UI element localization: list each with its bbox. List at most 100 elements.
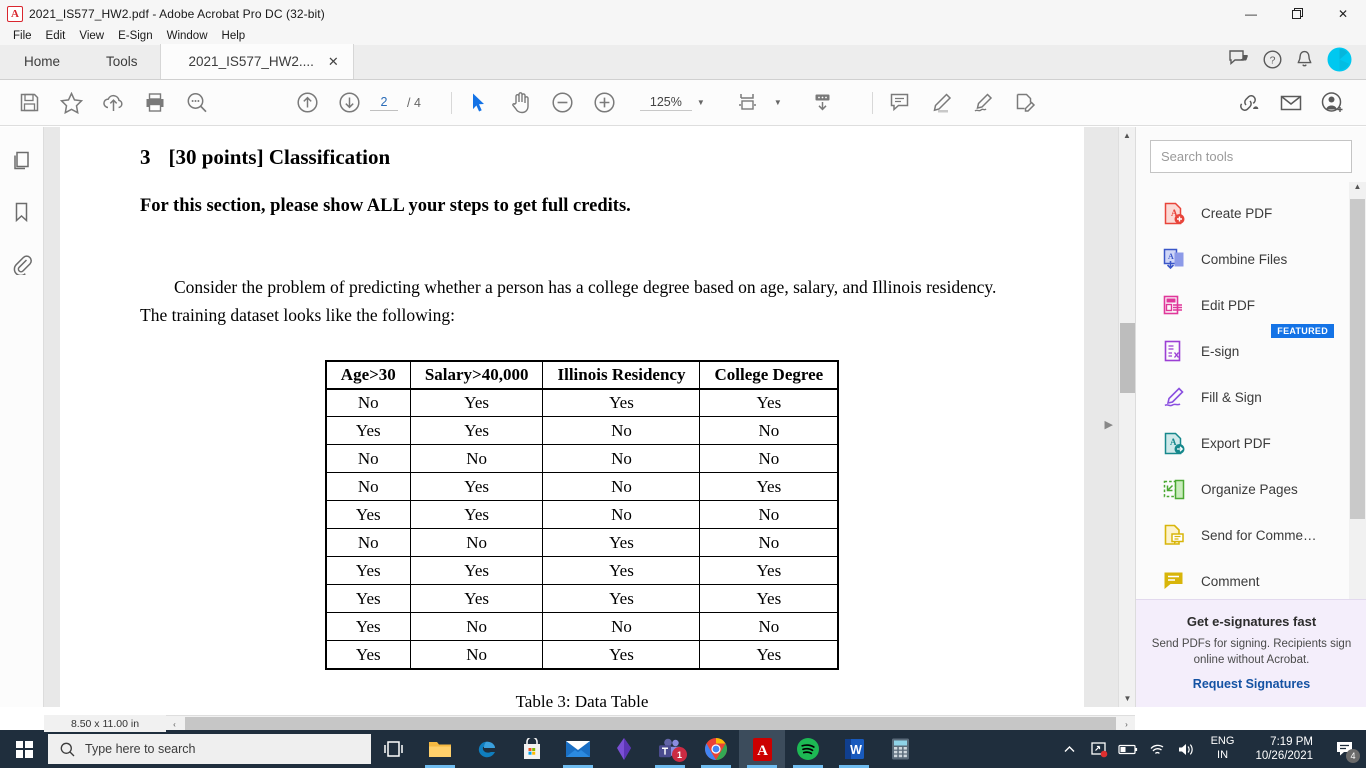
page-thumbnails-icon[interactable] xyxy=(7,145,37,175)
share-link-icon[interactable] xyxy=(1228,81,1270,125)
tool-item-export-pdf[interactable]: A Export PDF xyxy=(1136,420,1366,466)
feedback-icon[interactable] xyxy=(1229,50,1249,73)
clock-date: 10/26/2021 xyxy=(1255,750,1313,762)
search-icon[interactable] xyxy=(176,81,218,125)
onedrive-alert-icon[interactable] xyxy=(1089,741,1109,758)
print-icon[interactable] xyxy=(134,81,176,125)
upload-cloud-icon[interactable] xyxy=(92,81,134,125)
document-view[interactable]: 3 [30 points] Classification For this sec… xyxy=(44,127,1135,707)
fit-page-icon[interactable] xyxy=(727,81,769,125)
draw-icon[interactable] xyxy=(963,81,1005,125)
mail-icon[interactable] xyxy=(555,730,601,768)
notification-center-button[interactable]: 4 xyxy=(1328,730,1362,768)
table-cell: Yes xyxy=(325,556,411,586)
highlight-icon[interactable] xyxy=(921,81,963,125)
star-icon[interactable] xyxy=(50,81,92,125)
tools-scroll-thumb[interactable] xyxy=(1350,199,1365,519)
tab-document-label: 2021_IS577_HW2.... xyxy=(188,54,314,69)
language-indicator[interactable]: ENG IN xyxy=(1205,735,1241,763)
tools-panel-scrollbar[interactable]: ▲ ▼ xyxy=(1349,182,1366,652)
zoom-out-icon[interactable] xyxy=(542,81,584,125)
table-row: Yes Yes No No xyxy=(325,500,839,530)
notifications-icon[interactable] xyxy=(1296,50,1313,74)
menu-view[interactable]: View xyxy=(72,29,111,43)
menu-edit[interactable]: Edit xyxy=(39,29,73,43)
minimize-button[interactable]: — xyxy=(1228,0,1274,27)
volume-icon[interactable] xyxy=(1176,742,1196,757)
search-tools-input[interactable]: Search tools xyxy=(1150,140,1352,173)
word-icon[interactable]: W xyxy=(831,730,877,768)
bookmarks-icon[interactable] xyxy=(7,197,37,227)
scroll-up-arrow-icon[interactable]: ▲ xyxy=(1119,127,1135,144)
data-table: Age>30 Salary>40,000 Illinois Residency … xyxy=(324,359,840,670)
teams-icon[interactable]: 1 xyxy=(647,730,693,768)
fit-page-chevron-icon[interactable]: ▼ xyxy=(774,98,782,107)
battery-icon[interactable] xyxy=(1117,743,1138,756)
menu-file[interactable]: File xyxy=(6,29,39,43)
chevron-down-icon[interactable]: ▼ xyxy=(697,98,705,107)
zoom-level-value[interactable]: 125% xyxy=(639,95,692,111)
tool-item-send-for-comments[interactable]: Send for Comme… xyxy=(1136,512,1366,558)
table-cell: No xyxy=(542,444,701,474)
window-controls: — ✕ xyxy=(1228,0,1366,27)
zoom-in-icon[interactable] xyxy=(584,81,626,125)
scroll-down-arrow-icon[interactable]: ▼ xyxy=(1119,690,1136,707)
next-page-side-arrow-icon[interactable]: ▶ xyxy=(1105,418,1113,431)
tab-tools[interactable]: Tools xyxy=(84,44,160,79)
user-avatar[interactable] xyxy=(1327,47,1352,77)
close-button[interactable]: ✕ xyxy=(1320,0,1366,27)
tool-item-e-sign[interactable]: E-sign FEATURED xyxy=(1136,324,1366,374)
tool-item-combine-files[interactable]: A Combine Files xyxy=(1136,236,1366,282)
tab-document[interactable]: 2021_IS577_HW2.... ✕ xyxy=(159,44,354,79)
tab-home[interactable]: Home xyxy=(0,44,84,79)
request-signatures-link[interactable]: Request Signatures xyxy=(1150,677,1353,691)
document-vertical-scrollbar[interactable]: ▲ ▼ xyxy=(1118,127,1135,707)
table-cell: Yes xyxy=(542,556,701,586)
previous-page-icon[interactable] xyxy=(286,81,328,125)
tool-item-create-pdf[interactable]: A Create PDF xyxy=(1136,190,1366,236)
menu-window[interactable]: Window xyxy=(160,29,215,43)
restore-button[interactable] xyxy=(1274,0,1320,27)
fill-sign-icon[interactable] xyxy=(1005,81,1047,125)
next-page-icon[interactable] xyxy=(328,81,370,125)
attachments-icon[interactable] xyxy=(7,249,37,279)
tab-close-icon[interactable]: ✕ xyxy=(328,54,339,70)
tools-scroll-up-icon[interactable]: ▲ xyxy=(1349,182,1366,199)
edge-icon[interactable] xyxy=(463,730,509,768)
show-hidden-icons-chevron[interactable] xyxy=(1060,743,1080,756)
wifi-icon[interactable] xyxy=(1147,742,1167,756)
calculator-icon[interactable] xyxy=(877,730,923,768)
taskbar-search-input[interactable]: Type here to search xyxy=(48,734,371,764)
scroll-right-arrow[interactable]: › xyxy=(1118,720,1135,729)
help-icon[interactable]: ? xyxy=(1263,49,1282,74)
start-button[interactable] xyxy=(0,730,48,768)
task-view-icon[interactable] xyxy=(371,730,417,768)
add-person-icon[interactable] xyxy=(1312,81,1354,125)
section-title: [30 points] Classification xyxy=(168,145,391,169)
save-icon[interactable] xyxy=(8,81,50,125)
menu-help[interactable]: Help xyxy=(215,29,253,43)
table-row: Yes No No No xyxy=(325,612,839,642)
clock[interactable]: 7:19 PM 10/26/2021 xyxy=(1249,735,1319,764)
microsoft-store-icon[interactable] xyxy=(509,730,555,768)
tool-item-comment-tool[interactable]: Comment xyxy=(1136,558,1366,604)
page-number-input[interactable]: 2 xyxy=(370,95,398,111)
menu-esign[interactable]: E-Sign xyxy=(111,29,160,43)
tool-item-fill-and-sign[interactable]: Fill & Sign xyxy=(1136,374,1366,420)
spotify-icon[interactable] xyxy=(785,730,831,768)
hand-tool-icon[interactable] xyxy=(500,81,542,125)
scroll-left-arrow[interactable]: ‹ xyxy=(166,720,183,729)
tool-item-edit-pdf[interactable]: Edit PDF xyxy=(1136,282,1366,328)
vertical-scroll-thumb[interactable] xyxy=(1120,323,1135,393)
scroll-mode-icon[interactable] xyxy=(802,81,844,125)
chrome-icon[interactable] xyxy=(693,730,739,768)
purple-app-icon[interactable] xyxy=(601,730,647,768)
acrobat-icon[interactable]: A xyxy=(739,730,785,768)
zoom-level-control[interactable]: 125% ▼ xyxy=(639,95,705,111)
file-explorer-icon[interactable] xyxy=(417,730,463,768)
tool-item-organize-pages[interactable]: Organize Pages xyxy=(1136,466,1366,512)
comment-icon[interactable] xyxy=(879,81,921,125)
notification-count-badge: 4 xyxy=(1346,749,1360,763)
select-tool-icon[interactable] xyxy=(458,81,500,125)
email-icon[interactable] xyxy=(1270,81,1312,125)
